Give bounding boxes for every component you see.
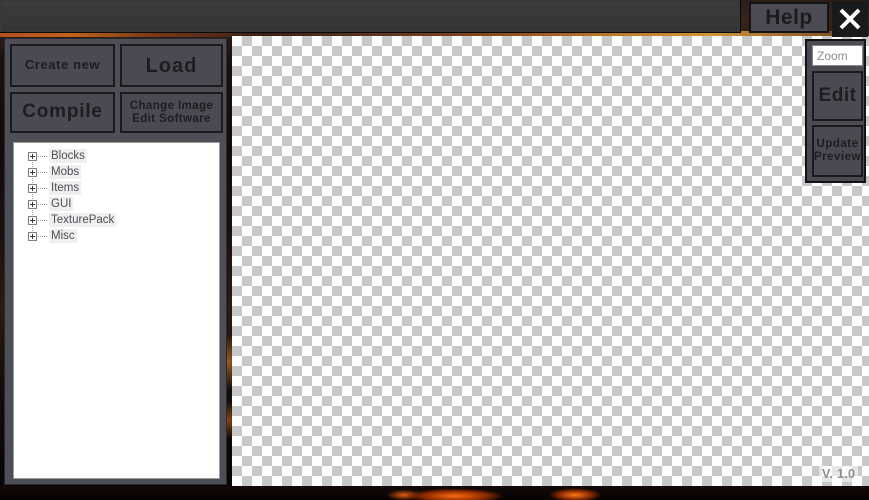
create-new-button[interactable]: Create new (10, 44, 115, 87)
help-button[interactable]: Help (749, 2, 829, 33)
tree-item-items[interactable]: Items (14, 180, 219, 196)
zoom-input[interactable] (812, 45, 863, 66)
tree-item-label: GUI (49, 197, 73, 211)
tree-item-label: Items (49, 181, 81, 195)
tree-item-label: Misc (49, 229, 77, 243)
tree-item-gui[interactable]: GUI (14, 196, 219, 212)
tree-dash-icon (38, 220, 47, 221)
app-root: Help Create new Load Compile Change Imag… (0, 0, 869, 500)
tree-item-misc[interactable]: Misc (14, 228, 219, 244)
title-bar[interactable] (0, 0, 741, 33)
tree-dash-icon (38, 204, 47, 205)
tree-item-label: Mobs (49, 165, 81, 179)
plus-box-icon[interactable] (28, 168, 37, 177)
tree-dash-icon (38, 188, 47, 189)
tree-item-label: TexturePack (49, 213, 116, 227)
close-button[interactable] (832, 1, 868, 37)
change-image-edit-software-button[interactable]: Change Image Edit Software (120, 92, 223, 133)
close-x-icon (837, 6, 863, 32)
tree-item-texturepack[interactable]: TexturePack (14, 212, 219, 228)
tree-dash-icon (38, 156, 47, 157)
load-button[interactable]: Load (120, 44, 223, 87)
version-label: V. 1.0 (819, 466, 858, 482)
plus-box-icon[interactable] (28, 200, 37, 209)
tree-item-label: Blocks (49, 149, 87, 163)
compile-button[interactable]: Compile (10, 92, 115, 133)
tree-dash-icon (38, 236, 47, 237)
plus-box-icon[interactable] (28, 232, 37, 241)
tree-dash-icon (38, 172, 47, 173)
right-tool-panel: Edit Update Preview (805, 39, 866, 183)
preview-canvas[interactable] (232, 36, 869, 492)
title-bar-fill (2, 2, 738, 30)
update-preview-button[interactable]: Update Preview (812, 125, 863, 177)
plus-box-icon[interactable] (28, 152, 37, 161)
action-button-grid: Create new Load Compile Change Image Edi… (10, 44, 223, 133)
left-panel: Create new Load Compile Change Image Edi… (4, 38, 227, 485)
tree-item-mobs[interactable]: Mobs (14, 164, 219, 180)
edit-button[interactable]: Edit (812, 71, 863, 121)
plus-box-icon[interactable] (28, 216, 37, 225)
plus-box-icon[interactable] (28, 184, 37, 193)
asset-tree-view[interactable]: Blocks Mobs Items GUI TexturePack (13, 142, 220, 479)
tree-item-blocks[interactable]: Blocks (14, 148, 219, 164)
lava-floor-decoration (0, 486, 869, 500)
